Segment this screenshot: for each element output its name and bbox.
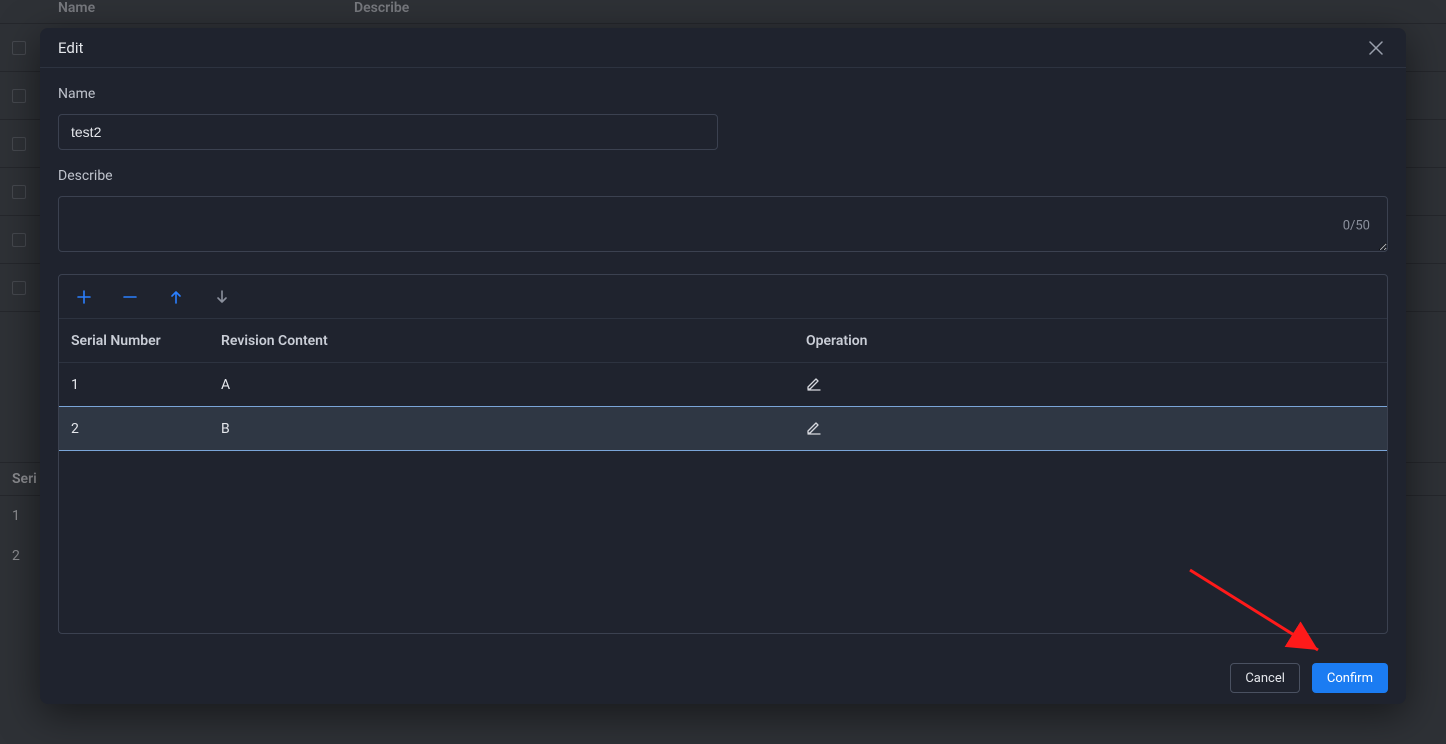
close-icon: [1369, 41, 1383, 55]
cancel-label: Cancel: [1245, 671, 1285, 686]
remove-row-button[interactable]: [121, 288, 139, 306]
describe-label: Describe: [58, 168, 1388, 184]
revision-table-panel: Serial Number Revision Content Operation…: [58, 274, 1388, 634]
col-operation-header: Operation: [806, 333, 1375, 349]
col-revision-header: Revision Content: [221, 333, 806, 349]
edit-row-button[interactable]: [806, 420, 824, 438]
move-up-button[interactable]: [167, 288, 185, 306]
dialog-footer: Cancel Confirm: [40, 652, 1406, 704]
name-input[interactable]: [58, 114, 718, 150]
plus-icon: [77, 290, 91, 304]
dialog-header: Edit: [40, 28, 1406, 68]
arrow-up-icon: [169, 290, 183, 304]
table-row[interactable]: 2 B: [59, 407, 1387, 451]
name-label: Name: [58, 86, 1388, 102]
edit-row-button[interactable]: [806, 376, 824, 394]
cancel-button[interactable]: Cancel: [1230, 663, 1300, 693]
describe-textarea[interactable]: [58, 196, 1388, 252]
table-row[interactable]: 1 A: [59, 363, 1387, 407]
dialog-body: Name Describe 0/50: [40, 68, 1406, 652]
revision-table-header: Serial Number Revision Content Operation: [59, 319, 1387, 363]
revision-toolbar: [59, 275, 1387, 319]
cell-revision: B: [221, 421, 806, 437]
add-row-button[interactable]: [75, 288, 93, 306]
cell-serial: 2: [71, 421, 221, 437]
revision-table: Serial Number Revision Content Operation…: [59, 319, 1387, 633]
cell-revision: A: [221, 377, 806, 393]
dialog-title: Edit: [58, 39, 83, 57]
edit-dialog: Edit Name Describe 0/50: [40, 28, 1406, 704]
arrow-down-icon: [215, 290, 229, 304]
col-serial-header: Serial Number: [71, 333, 221, 349]
edit-icon: [806, 420, 822, 436]
edit-icon: [806, 376, 822, 392]
move-down-button[interactable]: [213, 288, 231, 306]
cell-serial: 1: [71, 377, 221, 393]
minus-icon: [123, 290, 137, 304]
confirm-label: Confirm: [1327, 671, 1373, 686]
confirm-button[interactable]: Confirm: [1312, 663, 1388, 693]
close-button[interactable]: [1364, 36, 1388, 60]
